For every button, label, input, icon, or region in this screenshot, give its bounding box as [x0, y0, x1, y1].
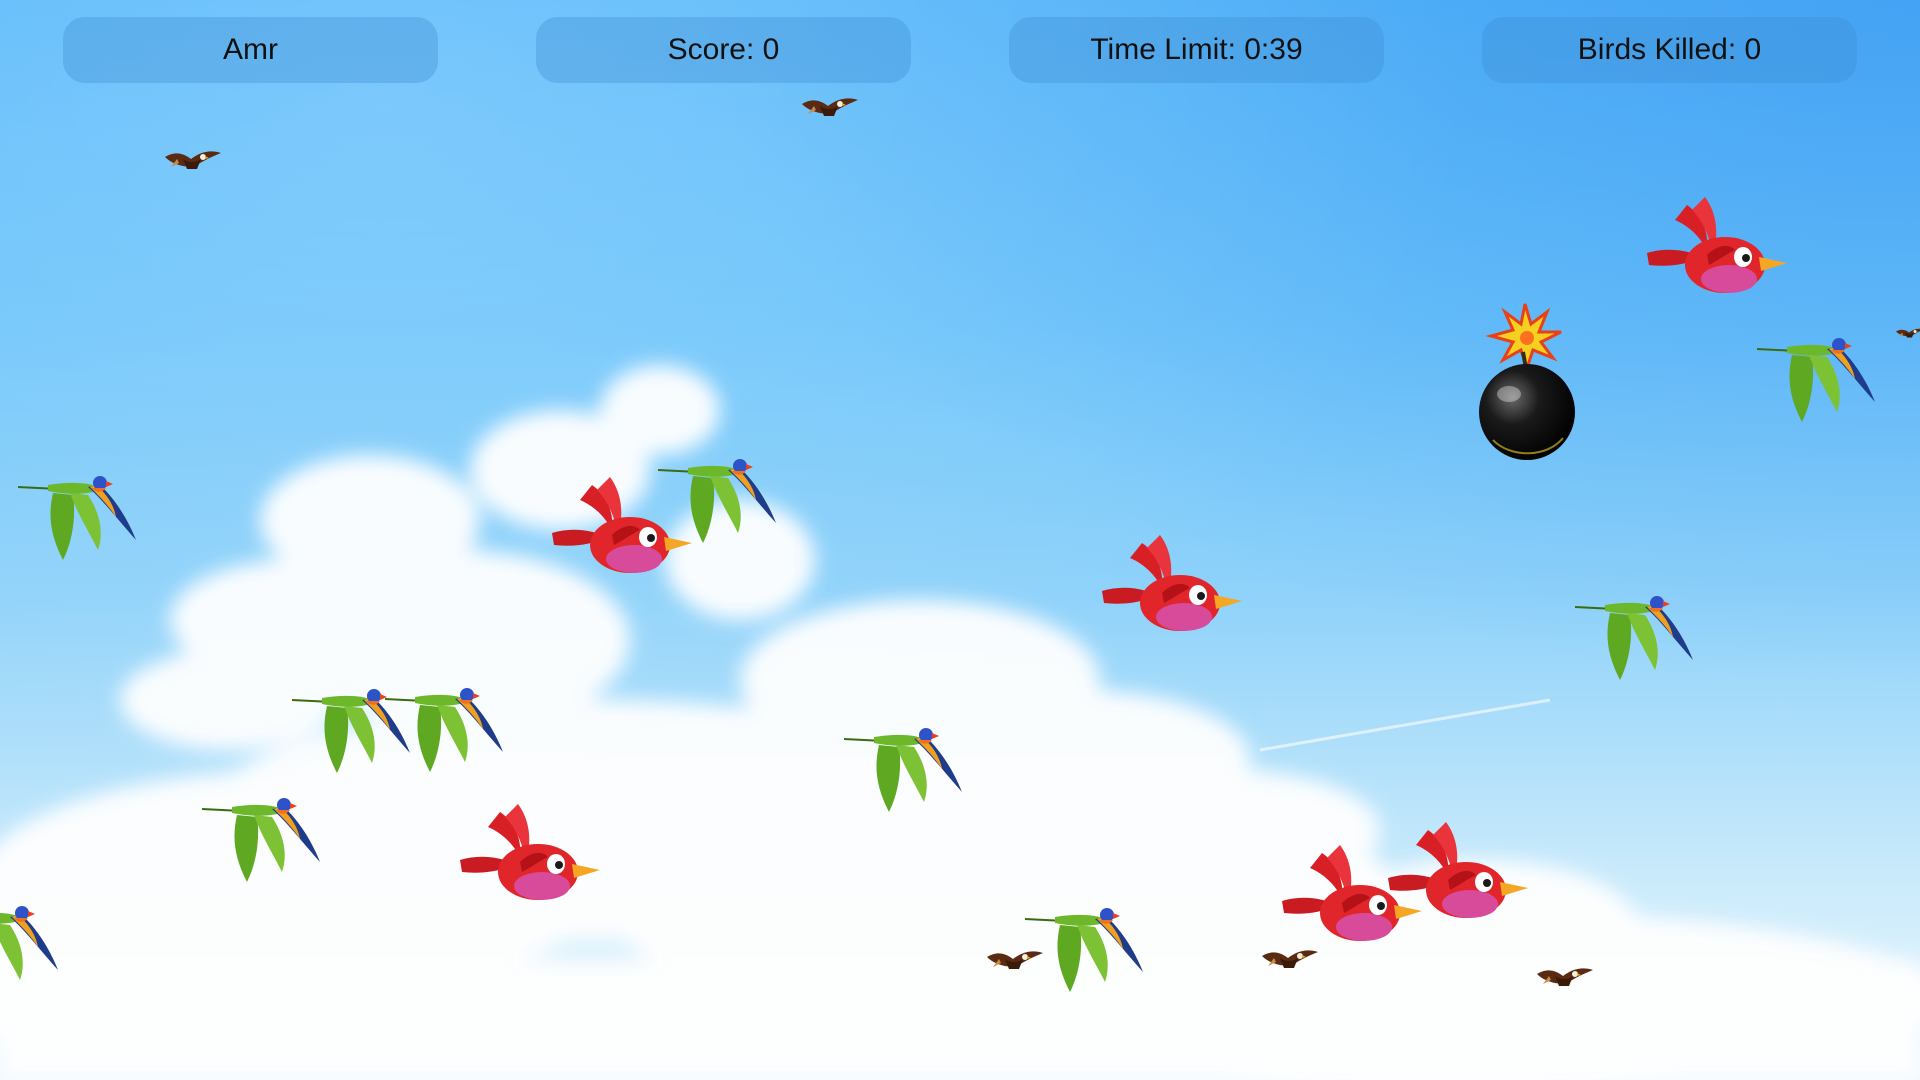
parrot-icon[interactable]	[1575, 595, 1695, 685]
birds-killed-panel: Birds Killed: 0	[1482, 17, 1857, 83]
parrot-icon[interactable]	[18, 475, 138, 565]
red-bird-icon[interactable]	[552, 475, 692, 585]
game-canvas[interactable]: Amr Score: 0 Time Limit: 0:39 Birds Kill…	[0, 0, 1920, 1080]
parrot-icon[interactable]	[1025, 907, 1145, 997]
eagle-icon[interactable]	[800, 92, 860, 122]
parrot-icon[interactable]	[844, 727, 964, 817]
player-name: Amr	[223, 33, 278, 66]
parrot-icon[interactable]	[202, 797, 322, 887]
cloud-bank	[0, 365, 1920, 1080]
player-name-panel: Amr	[63, 17, 438, 83]
eagle-icon[interactable]	[1535, 962, 1595, 992]
red-bird-icon[interactable]	[1388, 820, 1528, 930]
red-bird-icon[interactable]	[1102, 533, 1242, 643]
time-limit-panel: Time Limit: 0:39	[1009, 17, 1384, 83]
parrot-icon[interactable]	[0, 905, 60, 995]
parrot-icon[interactable]	[385, 687, 505, 777]
score-panel: Score: 0	[536, 17, 911, 83]
birds-killed-text: Birds Killed: 0	[1577, 33, 1762, 66]
red-bird-icon[interactable]	[460, 802, 600, 912]
eagle-icon[interactable]	[1895, 318, 1920, 348]
parrot-icon[interactable]	[1757, 337, 1877, 427]
bomb-icon[interactable]	[1465, 302, 1585, 462]
eagle-icon[interactable]	[163, 145, 223, 175]
time-limit-text: Time Limit: 0:39	[1090, 33, 1303, 66]
red-bird-icon[interactable]	[1647, 195, 1787, 305]
score-text: Score: 0	[667, 33, 780, 66]
